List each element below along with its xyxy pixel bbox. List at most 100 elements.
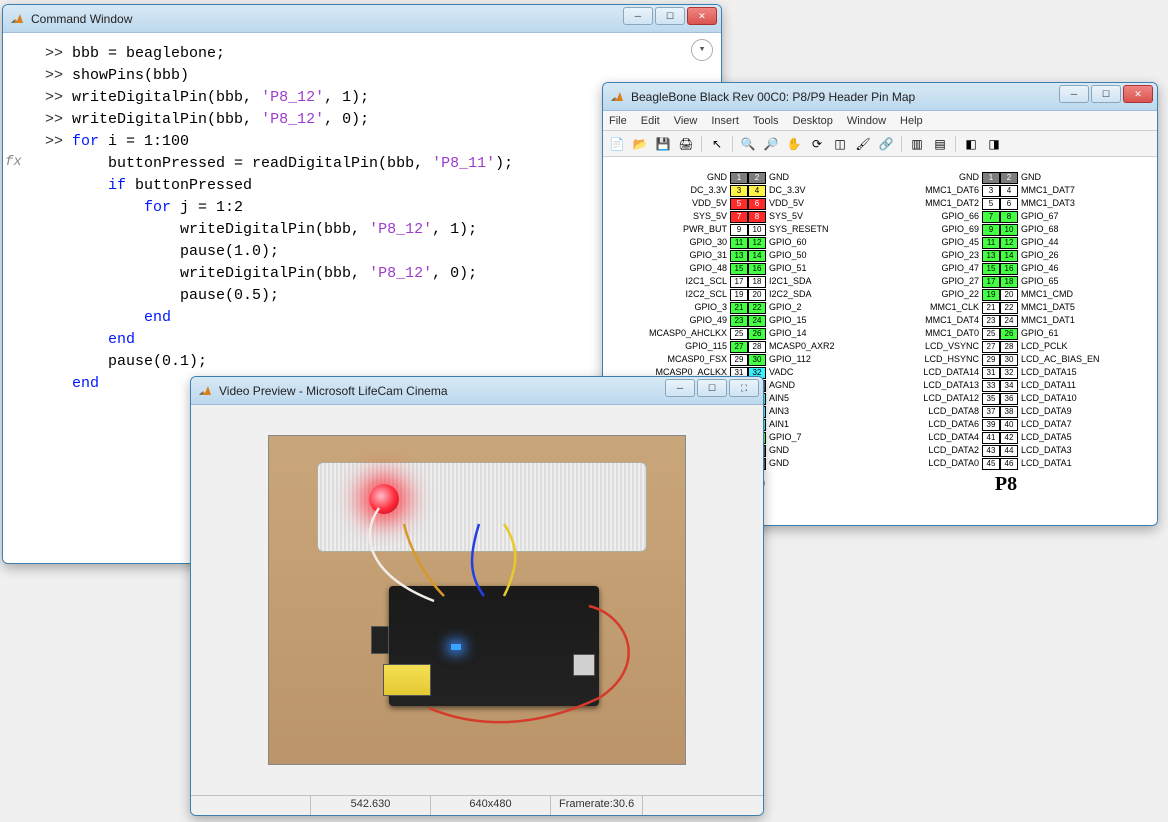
pin-row: GPIO_451112GPIO_44 <box>900 236 1112 249</box>
pin-label-right: LCD_DATA10 <box>1018 394 1112 403</box>
command-window-titlebar[interactable]: Command Window ─ ☐ ✕ <box>3 5 721 33</box>
pin-row: LCD_DATA44142LCD_DATA5 <box>900 431 1112 444</box>
pin-row: GPIO_6678GPIO_67 <box>900 210 1112 223</box>
pin-row: I2C1_SCL1718I2C1_SDA <box>648 275 860 288</box>
pin-row: I2C2_SCL1920I2C2_SDA <box>648 288 860 301</box>
plottools-icon[interactable]: ◨ <box>984 134 1004 154</box>
pin-cell: 5 <box>730 198 748 210</box>
brush-icon[interactable]: 🖌 <box>853 134 873 154</box>
expand-button[interactable]: ⛶ <box>729 379 759 397</box>
video-titlebar[interactable]: Video Preview - Microsoft LifeCam Cinema… <box>191 377 763 405</box>
separator <box>701 136 702 152</box>
menu-view[interactable]: View <box>674 115 698 127</box>
datatip-icon[interactable]: ◫ <box>830 134 850 154</box>
pin-label-right: LCD_AC_BIAS_EN <box>1018 355 1112 364</box>
pin-cell: 12 <box>1000 237 1018 249</box>
menu-insert[interactable]: Insert <box>711 115 739 127</box>
pin-label-right: LCD_DATA1 <box>1018 459 1112 468</box>
minimize-button[interactable]: ─ <box>623 7 653 25</box>
pin-cell: 11 <box>982 237 1000 249</box>
pin-label-left: MMC1_DAT0 <box>900 329 982 338</box>
pin-row: GPIO_481516GPIO_51 <box>648 262 860 275</box>
menu-help[interactable]: Help <box>900 115 923 127</box>
menu-desktop[interactable]: Desktop <box>793 115 833 127</box>
pan-icon[interactable]: ✋ <box>784 134 804 154</box>
pin-label-right: AIN3 <box>766 407 860 416</box>
p8-header: GND12GNDMMC1_DAT634MMC1_DAT7MMC1_DAT256M… <box>900 171 1112 525</box>
pin-cell: 11 <box>730 237 748 249</box>
pin-label-left: LCD_DATA14 <box>900 368 982 377</box>
maximize-button[interactable]: ☐ <box>1091 85 1121 103</box>
pin-label-right: GND <box>766 459 860 468</box>
pin-cell: 39 <box>982 419 1000 431</box>
pointer-icon[interactable]: ↖ <box>707 134 727 154</box>
status-coords: 542.630 <box>311 796 431 815</box>
pin-cell: 18 <box>1000 276 1018 288</box>
pin-label-left: LCD_DATA8 <box>900 407 982 416</box>
close-button[interactable]: ✕ <box>687 7 717 25</box>
pin-label-left: LCD_VSYNC <box>900 342 982 351</box>
pin-label-right: GPIO_112 <box>766 355 860 364</box>
legend-icon[interactable]: ▤ <box>930 134 950 154</box>
pin-cell: 33 <box>982 380 1000 392</box>
pin-label-left: GPIO_45 <box>900 238 982 247</box>
pin-label-right: GPIO_68 <box>1018 225 1112 234</box>
minimize-button[interactable]: ─ <box>1059 85 1089 103</box>
rotate-icon[interactable]: ⟳ <box>807 134 827 154</box>
pin-label-left: GPIO_47 <box>900 264 982 273</box>
pin-cell: 4 <box>1000 185 1018 197</box>
menu-tools[interactable]: Tools <box>753 115 779 127</box>
pin-cell: 40 <box>1000 419 1018 431</box>
pin-cell: 27 <box>730 341 748 353</box>
pin-cell: 30 <box>748 354 766 366</box>
pin-cell: 7 <box>730 211 748 223</box>
pin-label-left: LCD_DATA13 <box>900 381 982 390</box>
pin-cell: 46 <box>1000 458 1018 470</box>
pin-cell: 1 <box>982 172 1000 184</box>
maximize-button[interactable]: ☐ <box>697 379 727 397</box>
pin-row: PWR_BUT910SYS_RESETN <box>648 223 860 236</box>
minimize-button[interactable]: ─ <box>665 379 695 397</box>
zoom-out-icon[interactable]: 🔎 <box>761 134 781 154</box>
video-frame <box>268 435 686 765</box>
pin-label-right: GPIO_2 <box>766 303 860 312</box>
pin-cell: 31 <box>982 367 1000 379</box>
pin-label-left: SYS_5V <box>648 212 730 221</box>
code-line: >> bbb = beaglebone; <box>45 43 709 65</box>
pin-label-left: GPIO_49 <box>648 316 730 325</box>
axes-icon[interactable]: ◧ <box>961 134 981 154</box>
link-icon[interactable]: 🔗 <box>876 134 896 154</box>
pin-cell: 25 <box>982 328 1000 340</box>
open-icon[interactable]: 📂 <box>630 134 650 154</box>
maximize-button[interactable]: ☐ <box>655 7 685 25</box>
pin-cell: 22 <box>748 302 766 314</box>
menu-file[interactable]: File <box>609 115 627 127</box>
pin-cell: 9 <box>730 224 748 236</box>
pin-cell: 8 <box>1000 211 1018 223</box>
pin-label-right: VADC <box>766 368 860 377</box>
zoom-in-icon[interactable]: 🔍 <box>738 134 758 154</box>
pin-label-right: GND <box>766 173 860 182</box>
pin-row: LCD_DATA143132LCD_DATA15 <box>900 366 1112 379</box>
pin-label-right: GND <box>766 446 860 455</box>
pinmap-titlebar[interactable]: BeagleBone Black Rev 00C0: P8/P9 Header … <box>603 83 1157 111</box>
close-button[interactable]: ✕ <box>1123 85 1153 103</box>
fx-icon[interactable]: fx <box>5 151 22 173</box>
colorbar-icon[interactable]: ▥ <box>907 134 927 154</box>
pin-label-right: DC_3.3V <box>766 186 860 195</box>
pin-cell: 2 <box>1000 172 1018 184</box>
new-icon[interactable]: 📄 <box>607 134 627 154</box>
pin-row: GND12GND <box>648 171 860 184</box>
pin-cell: 19 <box>730 289 748 301</box>
menu-edit[interactable]: Edit <box>641 115 660 127</box>
dropdown-icon[interactable]: ▾ <box>691 39 713 61</box>
print-icon[interactable]: 🖨 <box>676 134 696 154</box>
pin-label-left: LCD_DATA2 <box>900 446 982 455</box>
pin-label-left: MCASP0_AHCLKX <box>648 329 730 338</box>
save-icon[interactable]: 💾 <box>653 134 673 154</box>
pin-label-right: MCASP0_AXR2 <box>766 342 860 351</box>
status-resolution: 640x480 <box>431 796 551 815</box>
separator <box>955 136 956 152</box>
pin-cell: 20 <box>1000 289 1018 301</box>
menu-window[interactable]: Window <box>847 115 886 127</box>
